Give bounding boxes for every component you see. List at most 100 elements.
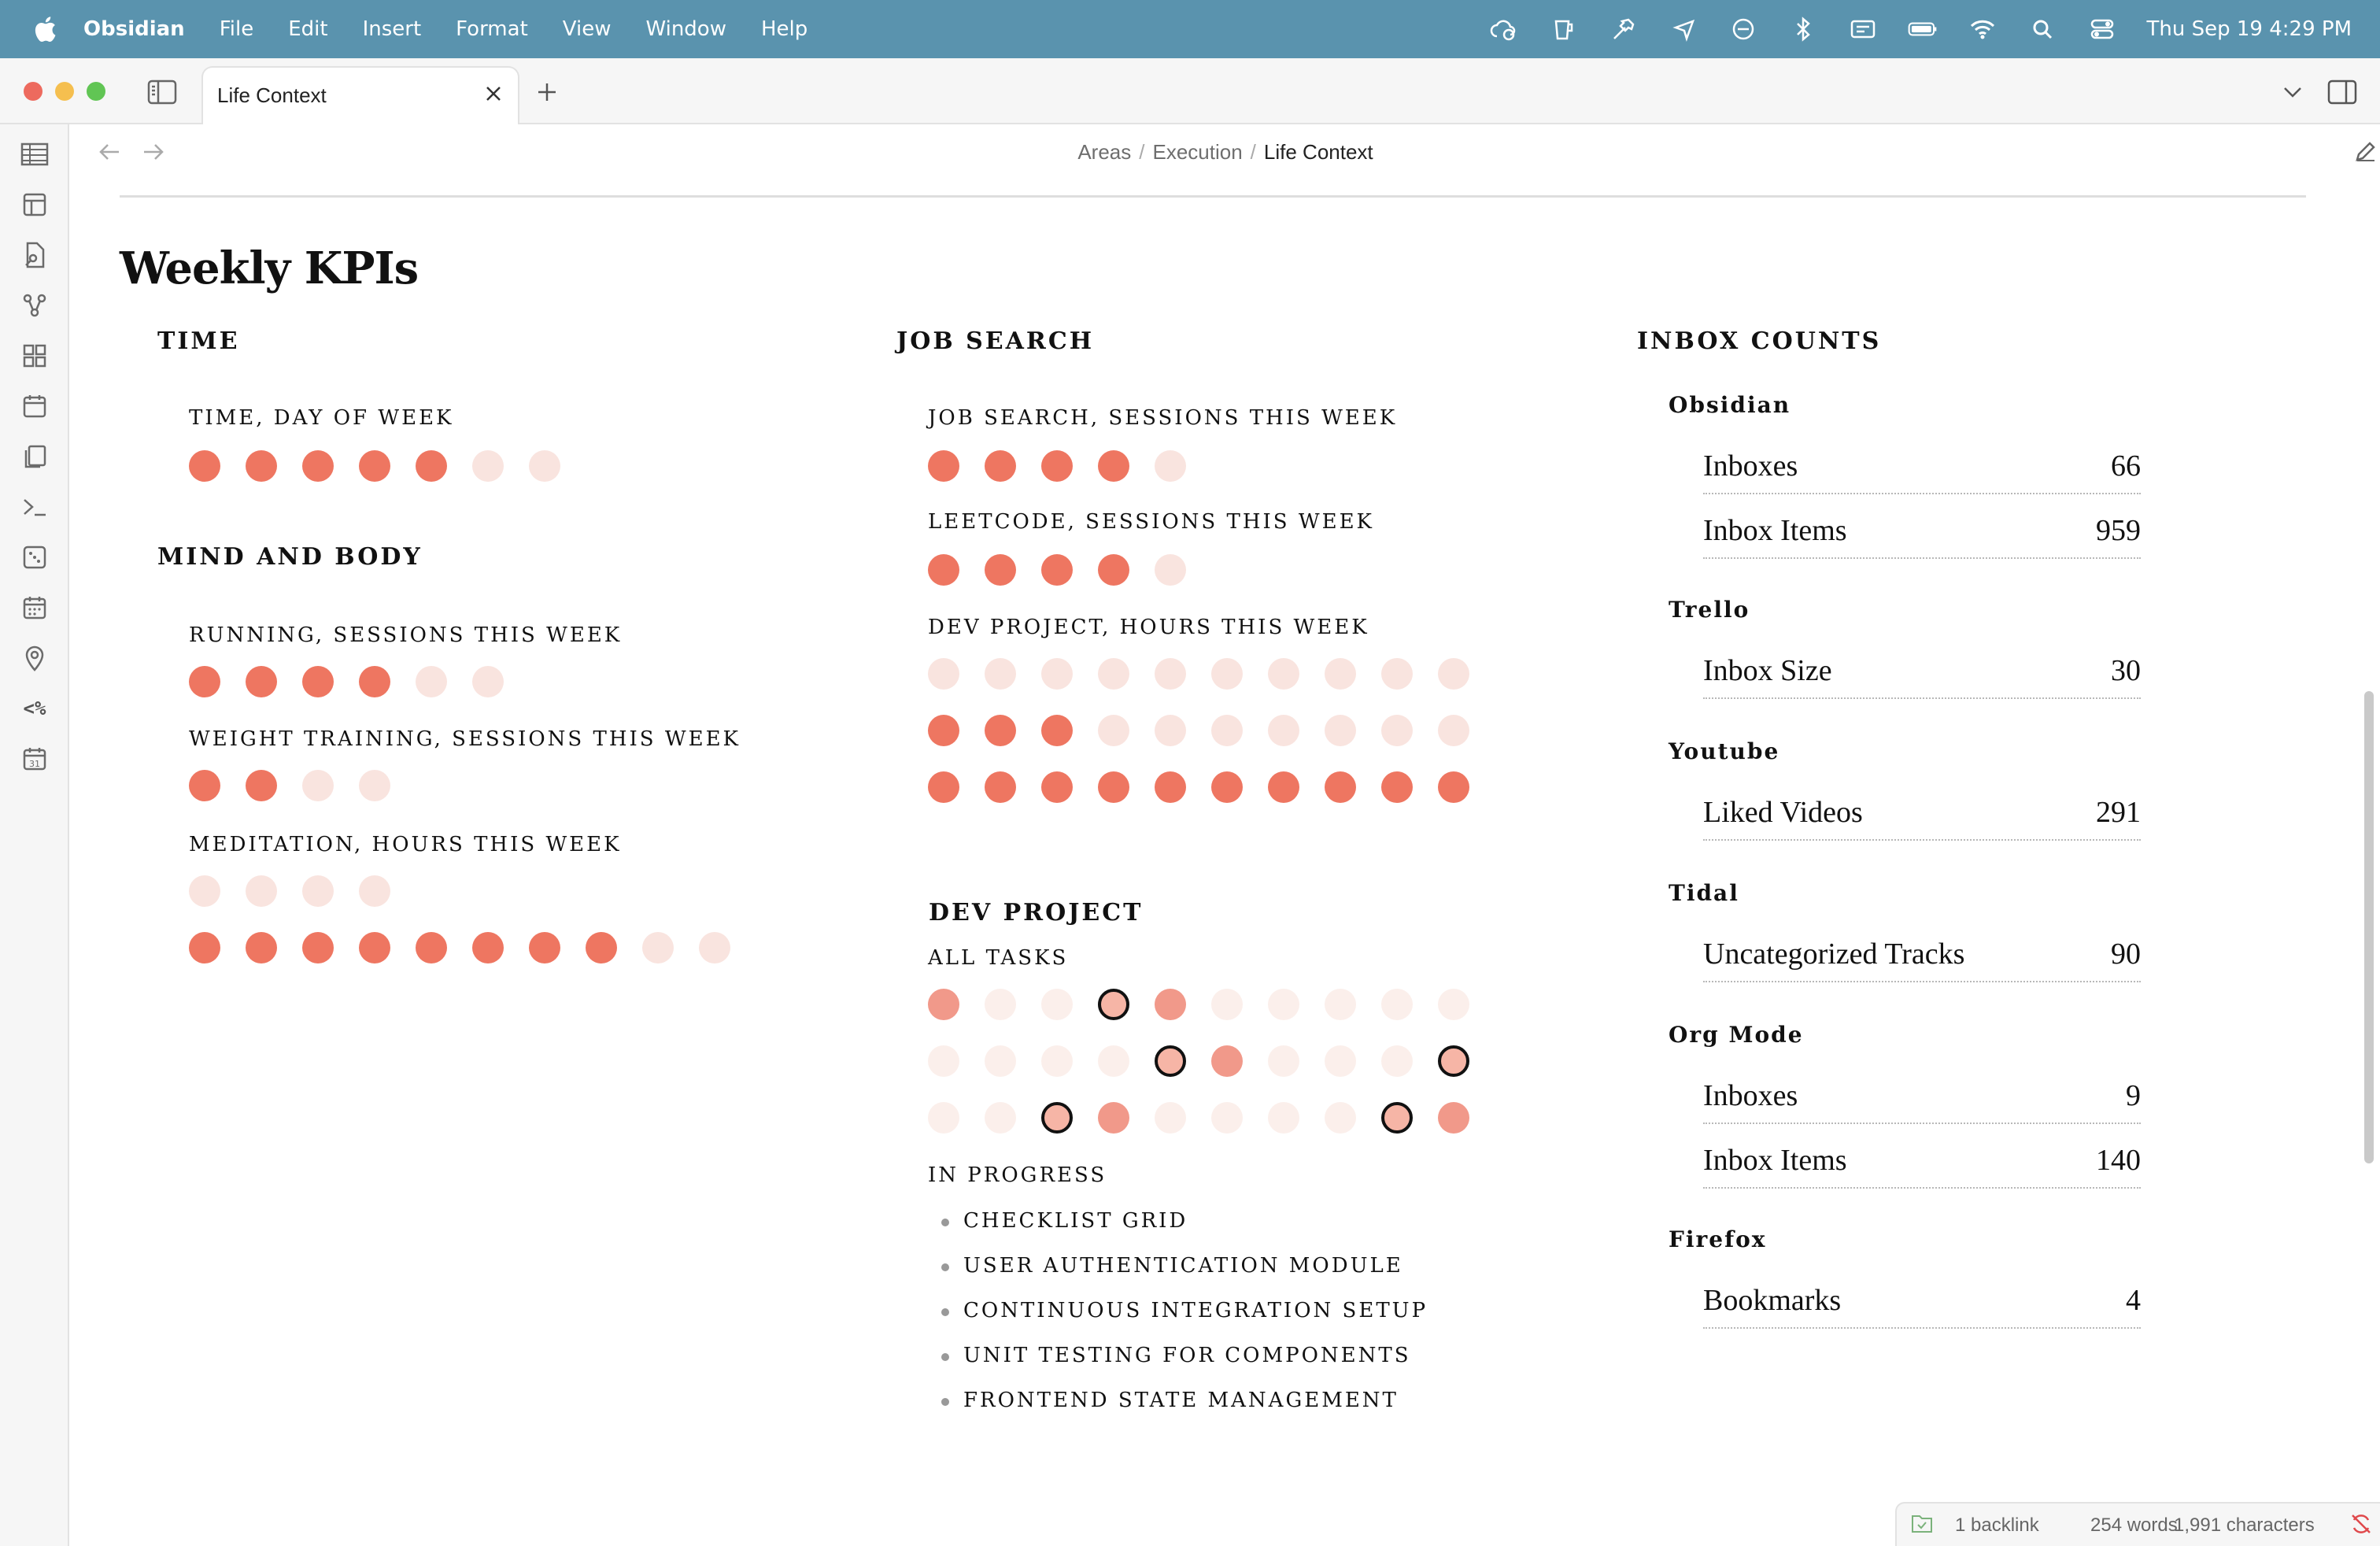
kpi-dot-filled xyxy=(246,450,277,482)
menu-file[interactable]: File xyxy=(220,17,254,41)
menu-edit[interactable]: Edit xyxy=(288,17,327,41)
menu-insert[interactable]: Insert xyxy=(363,17,422,41)
backlink-count[interactable]: 1 backlink xyxy=(1955,1515,2039,1537)
kpi-dot-filled xyxy=(359,666,390,697)
kpi-dot-filled xyxy=(189,666,220,697)
breadcrumb-execution[interactable]: Execution xyxy=(1152,140,1242,164)
control-center-icon[interactable] xyxy=(2087,14,2117,44)
terminal-icon[interactable] xyxy=(19,491,50,523)
task-dot-mid xyxy=(928,989,959,1020)
list-item: CHECKLIST GRID xyxy=(930,1209,1428,1254)
spotlight-search-icon[interactable] xyxy=(2027,14,2057,44)
menubar-clock[interactable]: Thu Sep 19 4:29 PM xyxy=(2147,17,2352,41)
task-dot-faint xyxy=(985,1102,1016,1134)
copy-icon[interactable] xyxy=(19,441,50,472)
kpi-dot-filled xyxy=(1268,771,1299,803)
kpi-dot-filled xyxy=(246,770,277,801)
inbox-row: Inbox Items 959 xyxy=(1703,496,2141,559)
kpi-dot-empty xyxy=(246,875,277,907)
sync-status-icon[interactable] xyxy=(1911,1513,1933,1539)
backup-status-icon[interactable] xyxy=(1489,14,1519,44)
section-heading-inbox-counts: INBOX COUNTS xyxy=(1637,327,1882,355)
kpi-dot-empty xyxy=(416,666,447,697)
edit-pencil-icon[interactable] xyxy=(2352,137,2380,165)
location-arrow-icon[interactable] xyxy=(1669,14,1698,44)
battery-icon[interactable] xyxy=(1908,14,1938,44)
window-zoom-button[interactable] xyxy=(87,82,105,101)
left-sidebar-toggle-icon[interactable] xyxy=(146,79,178,105)
kpi-dot-filled xyxy=(529,932,560,963)
new-tab-plus-icon[interactable] xyxy=(532,77,562,107)
tab-title[interactable]: Life Context xyxy=(217,83,327,108)
table-icon[interactable] xyxy=(19,139,50,170)
hammer-icon[interactable] xyxy=(1609,14,1639,44)
display-icon[interactable] xyxy=(1848,14,1878,44)
breadcrumb-separator: / xyxy=(1250,140,1256,164)
window-minimize-button[interactable] xyxy=(55,82,74,101)
kpi-dot-filled xyxy=(246,666,277,697)
menu-view[interactable]: View xyxy=(563,17,612,41)
calendar-grid-icon[interactable] xyxy=(19,592,50,623)
list-item: FRONTEND STATE MANAGEMENT xyxy=(930,1389,1428,1433)
task-dot-faint xyxy=(985,989,1016,1020)
wifi-icon[interactable] xyxy=(1968,14,1998,44)
page-title: Weekly KPIs xyxy=(120,242,419,294)
sync-disabled-icon[interactable] xyxy=(2350,1513,2372,1540)
kpi-dot-filled xyxy=(302,450,334,482)
kpi-dot-empty xyxy=(1098,658,1129,690)
layout-icon[interactable] xyxy=(19,189,50,220)
kpi-dot-filled xyxy=(1041,554,1073,586)
kpi-label-job-search-sessions: JOB SEARCH, SESSIONS THIS WEEK xyxy=(928,406,1398,430)
task-dot-faint xyxy=(1438,989,1469,1020)
status-bar: 1 backlink 254 words 1,991 characters xyxy=(1895,1502,2380,1546)
task-dot-faint xyxy=(1041,989,1073,1020)
breadcrumb-current[interactable]: Life Context xyxy=(1264,140,1373,164)
task-dot-faint xyxy=(928,1102,959,1134)
kpi-dot-empty xyxy=(1268,658,1299,690)
task-dot-ring xyxy=(1041,1102,1073,1134)
kpi-dot-filled xyxy=(928,771,959,803)
focus-circle-icon[interactable] xyxy=(1728,14,1758,44)
kpi-dot-filled xyxy=(928,554,959,586)
blocks-icon[interactable] xyxy=(19,340,50,372)
dice-icon[interactable] xyxy=(19,542,50,573)
inbox-row-value: 4 xyxy=(2126,1284,2141,1317)
task-dot-ring xyxy=(1381,1102,1413,1134)
right-sidebar-toggle-icon[interactable] xyxy=(2326,77,2358,107)
menu-help[interactable]: Help xyxy=(761,17,808,41)
kpi-dot-empty xyxy=(1155,554,1186,586)
task-dot-faint xyxy=(1325,989,1356,1020)
calendar-icon[interactable] xyxy=(19,390,50,422)
kpi-dot-empty xyxy=(529,450,560,482)
kpi-label-dev-project-hours: DEV PROJECT, HOURS THIS WEEK xyxy=(928,616,1369,639)
apple-logo-icon[interactable] xyxy=(31,13,58,45)
kpi-dot-filled xyxy=(359,932,390,963)
kpi-dot-empty xyxy=(189,875,220,907)
calendar-31-icon[interactable]: 31 xyxy=(19,743,50,775)
menu-format[interactable]: Format xyxy=(456,17,528,41)
window-close-button[interactable] xyxy=(24,82,42,101)
templater-icon[interactable]: <% xyxy=(19,693,50,724)
graph-icon[interactable] xyxy=(19,290,50,321)
kpi-dot-empty xyxy=(1155,715,1186,746)
tab-list-chevron-down-icon[interactable] xyxy=(2278,77,2308,107)
task-dot-ring xyxy=(1098,989,1129,1020)
kpi-dot-filled xyxy=(302,666,334,697)
close-tab-icon[interactable] xyxy=(480,80,507,107)
menu-app-name[interactable]: Obsidian xyxy=(83,17,185,41)
cup-icon[interactable] xyxy=(1549,14,1579,44)
kpi-dot-empty xyxy=(472,450,504,482)
map-pin-icon[interactable] xyxy=(19,642,50,674)
inbox-row: Bookmarks 4 xyxy=(1703,1266,2141,1329)
kpi-dot-empty xyxy=(1041,658,1073,690)
kpi-dot-filled xyxy=(189,450,220,482)
vertical-scrollbar[interactable] xyxy=(2364,691,2374,1163)
kpi-dot-filled xyxy=(1381,771,1413,803)
tab-life-context[interactable]: Life Context xyxy=(201,66,519,124)
breadcrumb-areas[interactable]: Areas xyxy=(1077,140,1131,164)
search-file-icon[interactable] xyxy=(19,239,50,271)
menu-window[interactable]: Window xyxy=(645,17,726,41)
kpi-dot-empty xyxy=(1438,715,1469,746)
task-dot-faint xyxy=(1155,1102,1186,1134)
bluetooth-icon[interactable] xyxy=(1788,14,1818,44)
